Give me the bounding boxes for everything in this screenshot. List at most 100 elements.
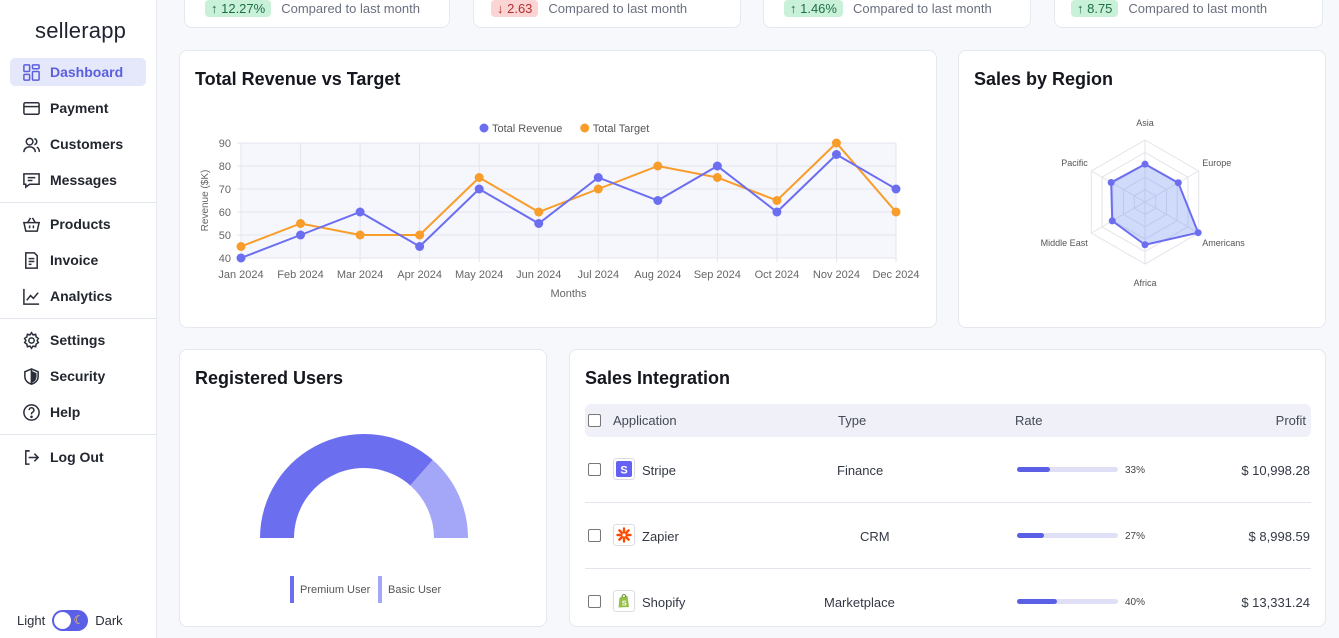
x-tick-label: May 2024 [455,269,503,281]
app-name: Stripe [642,463,676,478]
sidebar-item-label: Security [50,368,106,384]
legend-label: Total Target [593,123,650,135]
data-point [593,184,603,194]
data-point [593,173,603,182]
x-tick-label: Feb 2024 [277,269,323,281]
stat-caption: Compared to last month [548,1,688,16]
x-axis-label: Months [550,288,587,300]
shopify-icon: S [613,590,635,612]
data-point [831,150,841,159]
sidebar: sellerapp Dashboard Payment Customers Me… [0,0,157,638]
data-point [891,184,901,194]
data-point [534,207,544,217]
data-point [415,230,425,240]
dashboard-icon [21,62,41,82]
sidebar-item-label: Analytics [50,288,113,304]
logout-icon [21,447,41,467]
zapier-icon [613,524,635,546]
data-point [891,207,901,217]
rate-bar [1017,599,1118,604]
radar-point [1107,178,1115,186]
integration-panel: Sales Integration Application Type Rate … [569,349,1326,627]
revenue-panel: Total Revenue vs Target 40 50 60 70 80 90 Jan … [179,50,937,328]
row-checkbox[interactable] [588,463,601,476]
y-tick-label: 70 [219,184,231,196]
table-row[interactable]: S Stripe Finance 33% $ 10,998.28 [585,437,1311,503]
sidebar-item-label: Products [50,216,111,232]
sidebar-item-label: Invoice [50,252,99,268]
header-profit: Profit [1275,413,1306,428]
analytics-icon [21,286,41,306]
data-point [712,161,722,171]
svg-text:S: S [622,599,627,608]
data-point [653,161,663,171]
sidebar-item-security[interactable]: Security [10,362,146,390]
app-name: Zapier [642,529,679,544]
data-point [474,173,484,182]
x-tick-label: Apr 2024 [397,269,442,281]
message-icon [21,170,41,190]
app-logo: sellerapp [35,18,127,43]
users-gauge-chart: Premium User Basic User [260,434,468,603]
legend-label: Total Revenue [492,123,562,135]
radar-label: Middle East [1041,238,1089,248]
sidebar-item-dashboard[interactable]: Dashboard [10,58,146,86]
stat-caption: Compared to last month [281,1,420,16]
radar-point [1108,217,1116,225]
data-point [474,184,484,194]
row-checkbox[interactable] [588,595,601,608]
credit-card-icon [21,98,41,118]
x-tick-label: Dec 2024 [872,269,919,281]
y-tick-label: 60 [219,207,231,219]
x-tick-label: Aug 2024 [634,269,681,281]
change-badge: ↑ 8.75 [1071,0,1119,17]
legend-label: Premium User [300,584,371,596]
sidebar-item-payment[interactable]: Payment [10,94,146,122]
sidebar-item-label: Dashboard [50,64,124,80]
legend-marker [479,123,489,133]
data-point [653,196,663,205]
sidebar-item-analytics[interactable]: Analytics [10,282,146,310]
radar-label: Asia [1136,118,1154,128]
app-name: Shopify [642,595,686,610]
data-point [415,242,425,251]
rate-bar [1017,533,1118,538]
legend-label: Basic User [388,584,442,596]
x-tick-label: Jul 2024 [577,269,619,281]
light-label: Light [17,613,46,628]
sidebar-item-label: Help [50,404,81,420]
radar-label: Africa [1133,278,1156,288]
table-row[interactable]: S Shopify Marketplace 40% $ 13,331.24 [585,569,1311,635]
profit-value: $ 13,331.24 [1241,595,1310,610]
data-point [712,173,722,182]
sidebar-item-logout[interactable]: Log Out [10,443,146,471]
legend-marker [580,123,590,133]
rate-label: 40% [1125,597,1146,608]
sidebar-item-help[interactable]: Help [10,398,146,426]
stat-caption: Compared to last month [852,1,992,16]
header-application: Application [613,413,677,428]
sidebar-item-settings[interactable]: Settings [10,326,146,354]
stat-card: ↑ 1.46% Compared to last month [763,0,1031,28]
select-all-checkbox[interactable] [588,414,601,427]
app-type: Marketplace [824,595,895,610]
radar-label: Europe [1202,158,1231,168]
sidebar-item-products[interactable]: Products [10,210,146,238]
table-row[interactable]: Zapier CRM 27% $ 8,998.59 [585,503,1311,569]
moon-icon: ☾ [73,613,85,627]
x-tick-label: Jun 2024 [516,269,561,281]
data-point [772,196,782,205]
theme-switch[interactable]: ☾ [52,610,89,631]
svg-text:S: S [620,465,627,477]
radar-label: Americans [1202,238,1245,248]
row-checkbox[interactable] [588,529,601,542]
help-icon [21,402,41,422]
data-point [236,253,246,263]
header-type: Type [838,413,867,428]
radar-point [1141,160,1149,168]
sidebar-item-customers[interactable]: Customers [10,130,146,158]
sidebar-item-label: Log Out [50,449,104,465]
sidebar-item-messages[interactable]: Messages [10,166,146,194]
sidebar-item-invoice[interactable]: Invoice [10,246,146,274]
stat-caption: Compared to last month [1128,1,1268,16]
